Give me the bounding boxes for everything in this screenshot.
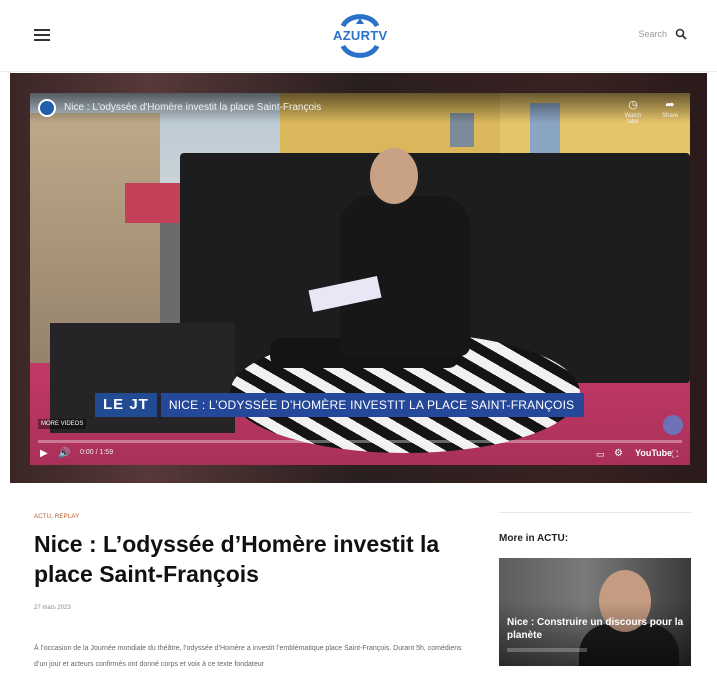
category-link-actu[interactable]: ACTU: [34, 514, 51, 520]
fullscreen-icon[interactable]: ⛶: [672, 447, 678, 461]
channel-avatar[interactable]: [38, 99, 56, 117]
menu-line: [34, 39, 50, 41]
search-label: Search: [638, 29, 667, 39]
reader-body: [340, 196, 470, 356]
news-lower-third: LE JT NICE : L’ODYSSÉE D’HOMÈRE INVESTIT…: [95, 393, 585, 417]
sidebar-title: More in ACTU:: [499, 533, 569, 544]
lower-third-label: LE JT: [95, 393, 157, 417]
article-headline: Nice : L’odyssée d’Homère investit la pl…: [34, 531, 440, 587]
article-categories: ACTU, REPLAY: [34, 514, 79, 520]
article-excerpt: À l’occasion de la Journée mondiale du t…: [34, 645, 462, 668]
related-article-meta: [507, 648, 587, 652]
article-date: 27 mars 2023: [34, 605, 71, 611]
menu-line: [34, 29, 50, 31]
lower-third-text: NICE : L’ODYSSÉE D’HOMÈRE INVESTIT LA PL…: [160, 393, 585, 417]
video-top-bar: Nice : L'odyssée d'Homère investit la pl…: [30, 93, 690, 125]
play-icon[interactable]: ▶: [40, 447, 48, 461]
video-progress-bar[interactable]: [38, 440, 682, 443]
subtitles-icon[interactable]: ▭: [596, 447, 605, 461]
menu-line: [34, 34, 50, 36]
video-player[interactable]: Nice : L'odyssée d'Homère investit la pl…: [30, 93, 690, 465]
video-title[interactable]: Nice : L'odyssée d'Homère investit la pl…: [64, 102, 321, 113]
related-article-title[interactable]: Nice : Construire un discours pour la pl…: [507, 616, 687, 642]
site-logo[interactable]: AZURTV: [333, 12, 387, 60]
share-button[interactable]: ➦ Share: [658, 99, 682, 119]
gear-icon[interactable]: ⚙: [614, 447, 623, 461]
clock-icon: ◷: [628, 99, 638, 111]
related-article-card[interactable]: Nice : Construire un discours pour la pl…: [499, 558, 691, 666]
sidebar-divider: [499, 512, 691, 513]
video-time: 0:00 / 1:59: [80, 449, 114, 456]
search-button[interactable]: Search: [638, 28, 687, 40]
site-header: AZURTV Search: [0, 0, 717, 72]
reader-head: [370, 148, 418, 204]
more-videos-button[interactable]: MORE VIDEOS: [38, 419, 87, 429]
menu-button[interactable]: [34, 29, 50, 41]
video-frame-reader: [270, 148, 480, 378]
watch-later-button[interactable]: ◷ Watch later: [618, 99, 648, 125]
share-label: Share: [661, 113, 678, 119]
watch-later-label: Watch later: [624, 113, 642, 125]
search-icon: [675, 28, 687, 40]
channel-watermark[interactable]: [663, 415, 683, 435]
category-link-replay[interactable]: REPLAY: [55, 514, 79, 520]
volume-icon[interactable]: 🔊: [58, 447, 70, 461]
logo-text: AZURTV: [333, 28, 388, 43]
youtube-logo[interactable]: YouTube: [635, 448, 672, 458]
share-icon: ➦: [665, 99, 675, 111]
video-controls: ▶ 🔊 0:00 / 1:59 ▭ ⚙ YouTube ⛶: [30, 445, 690, 465]
